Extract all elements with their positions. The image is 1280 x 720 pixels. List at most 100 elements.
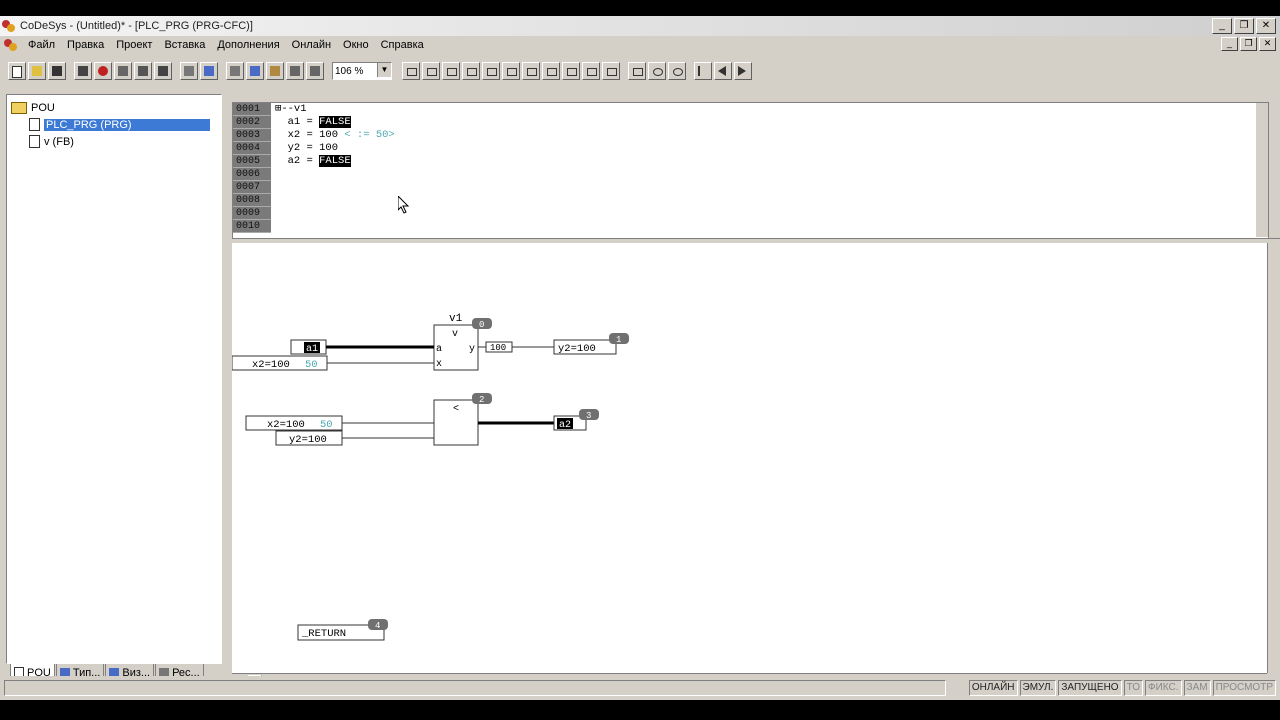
line-number: 0007: [233, 181, 271, 194]
cut-icon[interactable]: [180, 62, 198, 80]
find-icon[interactable]: [286, 62, 304, 80]
cfc-editor[interactable]: v1 v a x y 0 a1 x2=100 50 100 y2=100 1 <…: [232, 243, 1267, 673]
status-message: [4, 680, 946, 696]
line-numbers: 0001 0002 0003 0004 0005 0006 0007 0008 …: [233, 103, 271, 233]
menu-file[interactable]: Файл: [22, 39, 61, 51]
zoom-select[interactable]: 106 % ▼: [332, 62, 392, 80]
set-reset-icon[interactable]: [582, 62, 600, 80]
status-running: ЗАПУЩЕНО: [1058, 680, 1122, 696]
line-number: 0006: [233, 168, 271, 181]
output-icon[interactable]: [422, 62, 440, 80]
var-row[interactable]: y2 = 100: [275, 142, 395, 155]
cmp-input-x2-label: x2=100: [267, 419, 305, 431]
cfc-vertical-scrollbar[interactable]: [1267, 243, 1280, 673]
doc-close-button[interactable]: ✕: [1259, 37, 1276, 51]
box-icon[interactable]: [442, 62, 460, 80]
input-a1-label: a1: [306, 344, 318, 355]
cmp-input-y2-label: y2=100: [289, 434, 327, 446]
order-number: 0: [479, 320, 484, 330]
return-label: _RETURN: [301, 628, 346, 640]
tree-item-label: PLC_PRG (PRG): [44, 118, 210, 131]
menu-edit[interactable]: Правка: [61, 39, 110, 51]
copy2-icon[interactable]: [246, 62, 264, 80]
fb-type-label: v: [452, 329, 458, 340]
tree-root[interactable]: POU: [11, 99, 210, 116]
menu-project[interactable]: Проект: [110, 39, 158, 51]
forward-icon[interactable]: [734, 62, 752, 80]
codesys-logo-icon: [2, 19, 16, 33]
doc-minimize-button[interactable]: _: [1221, 37, 1238, 51]
jump-icon[interactable]: [462, 62, 480, 80]
save-icon[interactable]: [48, 62, 66, 80]
connection2-icon[interactable]: [668, 62, 686, 80]
status-bar: ОНЛАЙН ЭМУЛ. ЗАПУЩЕНО ТО ФИКС. ЗАМ ПРОСМ…: [0, 676, 1280, 700]
line-number: 0008: [233, 194, 271, 207]
connection-icon[interactable]: [648, 62, 666, 80]
return-icon[interactable]: [502, 62, 520, 80]
output-y2-label: y2=100: [558, 343, 596, 355]
input-icon[interactable]: [402, 62, 420, 80]
copy-icon[interactable]: [200, 62, 218, 80]
var-row[interactable]: x2 = 100 < := 50>: [275, 129, 395, 142]
document-icon[interactable]: [4, 38, 18, 52]
tree-item-plc-prg[interactable]: PLC_PRG (PRG): [11, 116, 210, 133]
declaration-pane[interactable]: 0001 0002 0003 0004 0005 0006 0007 0008 …: [232, 102, 1269, 240]
menu-window[interactable]: Окно: [337, 39, 375, 51]
tree-item-v-fb[interactable]: v (FB): [11, 133, 210, 150]
to-begin-icon[interactable]: [694, 62, 712, 80]
doc-restore-button[interactable]: ❐: [1240, 37, 1257, 51]
var-name: a2 =: [275, 155, 320, 167]
minimize-button[interactable]: _: [1212, 18, 1232, 34]
menu-help[interactable]: Справка: [375, 39, 430, 51]
order-number: 4: [375, 621, 380, 631]
open-icon[interactable]: [28, 62, 46, 80]
replace-icon[interactable]: [306, 62, 324, 80]
menu-extras[interactable]: Дополнения: [211, 39, 285, 51]
box-input-icon[interactable]: [542, 62, 560, 80]
var-name: x2 = 100: [275, 129, 345, 141]
menu-insert[interactable]: Вставка: [158, 39, 211, 51]
status-simulation: ЭМУЛ.: [1019, 680, 1057, 696]
line-number: 0010: [233, 220, 271, 233]
fb-expand-row[interactable]: ⊞--v1: [275, 103, 395, 116]
new-icon[interactable]: [8, 62, 26, 80]
menu-online[interactable]: Онлайн: [286, 39, 337, 51]
function-block-icon: [29, 135, 40, 148]
step-icon[interactable]: [134, 62, 152, 80]
back-icon[interactable]: [714, 62, 732, 80]
output-a2-label: a2: [559, 420, 571, 431]
mouse-cursor-icon: [398, 196, 410, 214]
run-icon[interactable]: [114, 62, 132, 80]
comment-icon[interactable]: [522, 62, 540, 80]
edge-icon[interactable]: [602, 62, 620, 80]
var-name: y2 = 100: [275, 142, 339, 154]
input-x2-label: x2=100: [252, 359, 290, 371]
line-number: 0005: [233, 155, 271, 168]
zoom-value: 106 %: [335, 65, 364, 77]
line-number: 0003: [233, 129, 271, 142]
fb-input-x: x: [436, 359, 442, 370]
build-icon[interactable]: [154, 62, 172, 80]
var-row[interactable]: a2 = FALSE: [275, 155, 395, 168]
stop-icon[interactable]: [94, 62, 112, 80]
chevron-down-icon[interactable]: ▼: [377, 63, 391, 77]
restore-button[interactable]: ❐: [1234, 18, 1254, 34]
pou-tree: POU PLC_PRG (PRG) v (FB): [11, 99, 210, 150]
macro-icon[interactable]: [628, 62, 646, 80]
compile-icon[interactable]: [74, 62, 92, 80]
paste-icon[interactable]: [266, 62, 284, 80]
cut2-icon[interactable]: [226, 62, 244, 80]
menu-bar: Файл Правка Проект Вставка Дополнения Он…: [0, 36, 1280, 54]
folder-icon: [11, 101, 27, 114]
cmp-input-x2-prepared: 50: [320, 419, 333, 431]
order-number: 3: [586, 411, 591, 421]
var-row[interactable]: a1 = FALSE: [275, 116, 395, 129]
negate-icon[interactable]: [562, 62, 580, 80]
monitor-code: ⊞--v1 a1 = FALSE x2 = 100 < := 50> y2 = …: [275, 103, 395, 168]
declaration-scrollbar[interactable]: [1256, 103, 1268, 237]
label-icon[interactable]: [482, 62, 500, 80]
var-value: FALSE: [319, 116, 351, 128]
var-value: FALSE: [319, 155, 351, 167]
tree-item-label: v (FB): [44, 135, 74, 148]
close-button[interactable]: ✕: [1256, 18, 1276, 34]
